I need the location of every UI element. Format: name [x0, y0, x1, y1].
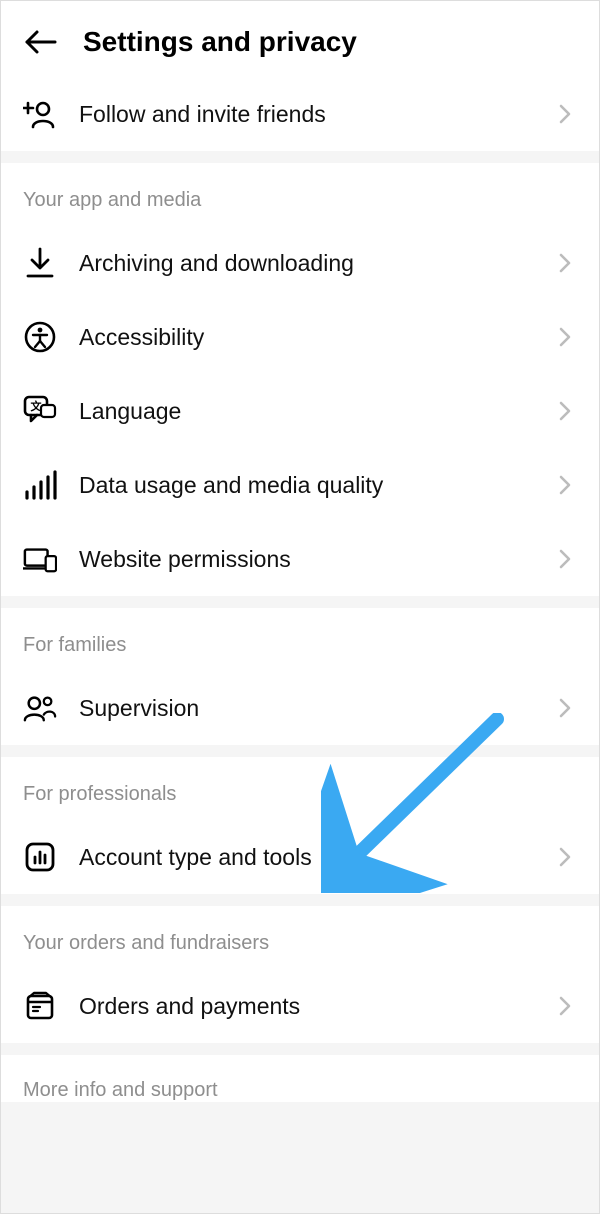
section-header-families: For families [1, 608, 599, 671]
people-icon [23, 691, 57, 725]
row-supervision[interactable]: Supervision [1, 671, 599, 745]
accessibility-icon [23, 320, 57, 354]
back-button[interactable] [21, 23, 59, 61]
chevron-right-icon [553, 102, 577, 126]
row-language[interactable]: 文 Language [1, 374, 599, 448]
language-icon: 文 [23, 394, 57, 428]
chevron-right-icon [553, 251, 577, 275]
devices-icon [23, 542, 57, 576]
back-arrow-icon [23, 28, 57, 56]
download-icon [23, 246, 57, 280]
chevron-right-icon [553, 994, 577, 1018]
row-label: Accessibility [79, 324, 531, 351]
row-label: Archiving and downloading [79, 250, 531, 277]
row-label: Orders and payments [79, 993, 531, 1020]
row-archiving[interactable]: Archiving and downloading [1, 226, 599, 300]
row-label: Supervision [79, 695, 531, 722]
row-label: Website permissions [79, 546, 531, 573]
chevron-right-icon [553, 547, 577, 571]
row-label: Data usage and media quality [79, 472, 531, 499]
chevron-right-icon [553, 696, 577, 720]
row-label: Language [79, 398, 531, 425]
chevron-right-icon [553, 473, 577, 497]
signal-bars-icon [23, 468, 57, 502]
chevron-right-icon [553, 325, 577, 349]
chevron-right-icon [553, 845, 577, 869]
row-website-permissions[interactable]: Website permissions [1, 522, 599, 596]
row-label: Account type and tools [79, 844, 531, 871]
section-header-orders: Your orders and fundraisers [1, 906, 599, 969]
page-title: Settings and privacy [83, 26, 357, 58]
row-data-usage[interactable]: Data usage and media quality [1, 448, 599, 522]
section-header-app-media: Your app and media [1, 163, 599, 226]
header: Settings and privacy [1, 1, 599, 89]
row-label: Follow and invite friends [79, 101, 531, 128]
row-orders-payments[interactable]: Orders and payments [1, 969, 599, 1043]
chart-square-icon [23, 840, 57, 874]
section-header-more: More info and support [1, 1055, 599, 1102]
row-follow-invite[interactable]: Follow and invite friends [1, 89, 599, 151]
row-account-type-tools[interactable]: Account type and tools [1, 820, 599, 894]
row-accessibility[interactable]: Accessibility [1, 300, 599, 374]
follow-invite-icon [23, 97, 57, 131]
section-header-professionals: For professionals [1, 757, 599, 820]
box-icon [23, 989, 57, 1023]
chevron-right-icon [553, 399, 577, 423]
